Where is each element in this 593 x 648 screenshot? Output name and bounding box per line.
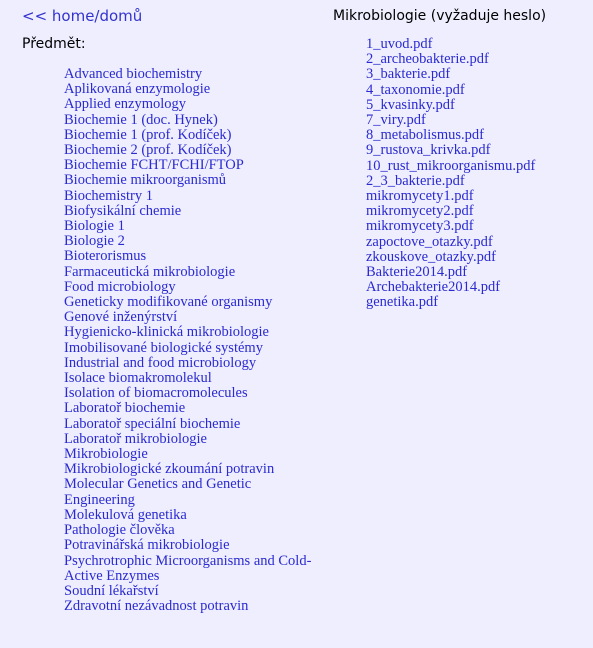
subject-link[interactable]: Psychrotrophic Microorganisms and Cold-A… [64, 553, 322, 584]
file-link[interactable]: 3_bakterie.pdf [366, 67, 593, 82]
subject-link[interactable]: Isolation of biomacromolecules [64, 386, 322, 401]
home-link[interactable]: << home/domů [0, 0, 330, 26]
subject-link[interactable]: Soudní lékařství [64, 583, 322, 599]
subject-link[interactable]: Laboratoř biochemie [64, 401, 322, 416]
file-link[interactable]: mikromycety3.pdf [366, 219, 593, 234]
subject-link[interactable]: Potravinářská mikrobiologie [64, 538, 322, 553]
file-link[interactable]: mikromycety2.pdf [366, 204, 593, 219]
files-heading: Mikrobiologie (vyžaduje heslo) [333, 8, 547, 24]
subject-link[interactable]: Mikrobiologické zkoumání potravin [64, 462, 322, 477]
subjects-heading: Předmět: [22, 36, 86, 52]
file-link[interactable]: 10_rust_mikroorganismu.pdf [366, 158, 593, 174]
subject-link[interactable]: Molekulová genetika [64, 507, 322, 523]
page-root: << home/domů Předmět: Advanced biochemis… [0, 0, 593, 648]
subject-link[interactable]: Industrial and food microbiology [64, 355, 322, 371]
file-link[interactable]: 2_archeobakterie.pdf [366, 52, 593, 67]
subject-link[interactable]: Geneticky modifikované organismy [64, 294, 322, 310]
subject-link[interactable]: Biochemie 1 (doc. Hynek) [64, 112, 322, 128]
subject-link[interactable]: Bioterorismus [64, 249, 322, 264]
subject-link[interactable]: Mikrobiologie [64, 446, 322, 462]
subject-link[interactable]: Imobilisované biologické systémy [64, 340, 322, 356]
subject-link[interactable]: Isolace biomakromolekul [64, 370, 322, 386]
subject-link[interactable]: Biofysikální chemie [64, 203, 322, 219]
subject-link[interactable]: Biologie 2 [64, 234, 322, 249]
subject-link[interactable]: Genové inženýrství [64, 310, 322, 325]
subject-link[interactable]: Biologie 1 [64, 218, 322, 234]
file-link[interactable]: 4_taxonomie.pdf [366, 82, 593, 98]
subject-link[interactable]: Laboratoř mikrobiologie [64, 431, 322, 447]
subject-link[interactable]: Aplikovaná enzymologie [64, 82, 322, 97]
file-link[interactable]: zkouskove_otazky.pdf [366, 249, 593, 265]
file-link[interactable]: 5_kvasinky.pdf [366, 97, 593, 113]
file-link[interactable]: 9_rustova_krivka.pdf [366, 143, 593, 158]
subject-link[interactable]: Zdravotní nezávadnost potravin [64, 598, 322, 614]
subject-link[interactable]: Biochemistry 1 [64, 188, 322, 204]
subject-list: Advanced biochemistry Aplikovaná enzymolo… [0, 66, 330, 614]
subject-link[interactable]: Laboratoř speciální biochemie [64, 416, 322, 432]
subject-link[interactable]: Biochemie 1 (prof. Kodíček) [64, 127, 322, 143]
file-link[interactable]: 7_viry.pdf [366, 112, 593, 128]
file-link[interactable]: 1_uvod.pdf [366, 36, 593, 52]
subject-link[interactable]: Farmaceutická mikrobiologie [64, 264, 322, 280]
file-link[interactable]: Archebakterie2014.pdf [366, 280, 593, 295]
file-link[interactable]: genetika.pdf [366, 295, 593, 310]
subject-link[interactable]: Hygienicko-klinická mikrobiologie [64, 325, 322, 340]
subject-link[interactable]: Pathologie člověka [64, 522, 322, 538]
file-link[interactable]: 8_metabolismus.pdf [366, 128, 593, 143]
subject-link[interactable]: Biochemie mikroorganismů [64, 173, 322, 188]
subject-link[interactable]: Applied enzymology [64, 97, 322, 112]
subject-link[interactable]: Molecular Genetics and Genetic Engineeri… [64, 477, 322, 508]
subject-link[interactable]: Biochemie FCHT/FCHI/FTOP [64, 158, 322, 173]
subjects-column: << home/domů Předmět: Advanced biochemis… [0, 0, 330, 614]
file-link[interactable]: 2_3_bakterie.pdf [366, 173, 593, 189]
file-link[interactable]: Bakterie2014.pdf [366, 264, 593, 280]
subject-link[interactable]: Advanced biochemistry [64, 66, 322, 82]
files-column: Mikrobiologie (vyžaduje heslo) 1_uvod.pd… [330, 0, 593, 311]
file-link[interactable]: mikromycety1.pdf [366, 188, 593, 204]
file-link[interactable]: zapoctove_otazky.pdf [366, 234, 593, 250]
subject-link[interactable]: Biochemie 2 (prof. Kodíček) [64, 142, 322, 158]
file-list: 1_uvod.pdf 2_archeobakterie.pdf 3_bakterie… [330, 36, 593, 311]
subject-link[interactable]: Food microbiology [64, 279, 322, 295]
